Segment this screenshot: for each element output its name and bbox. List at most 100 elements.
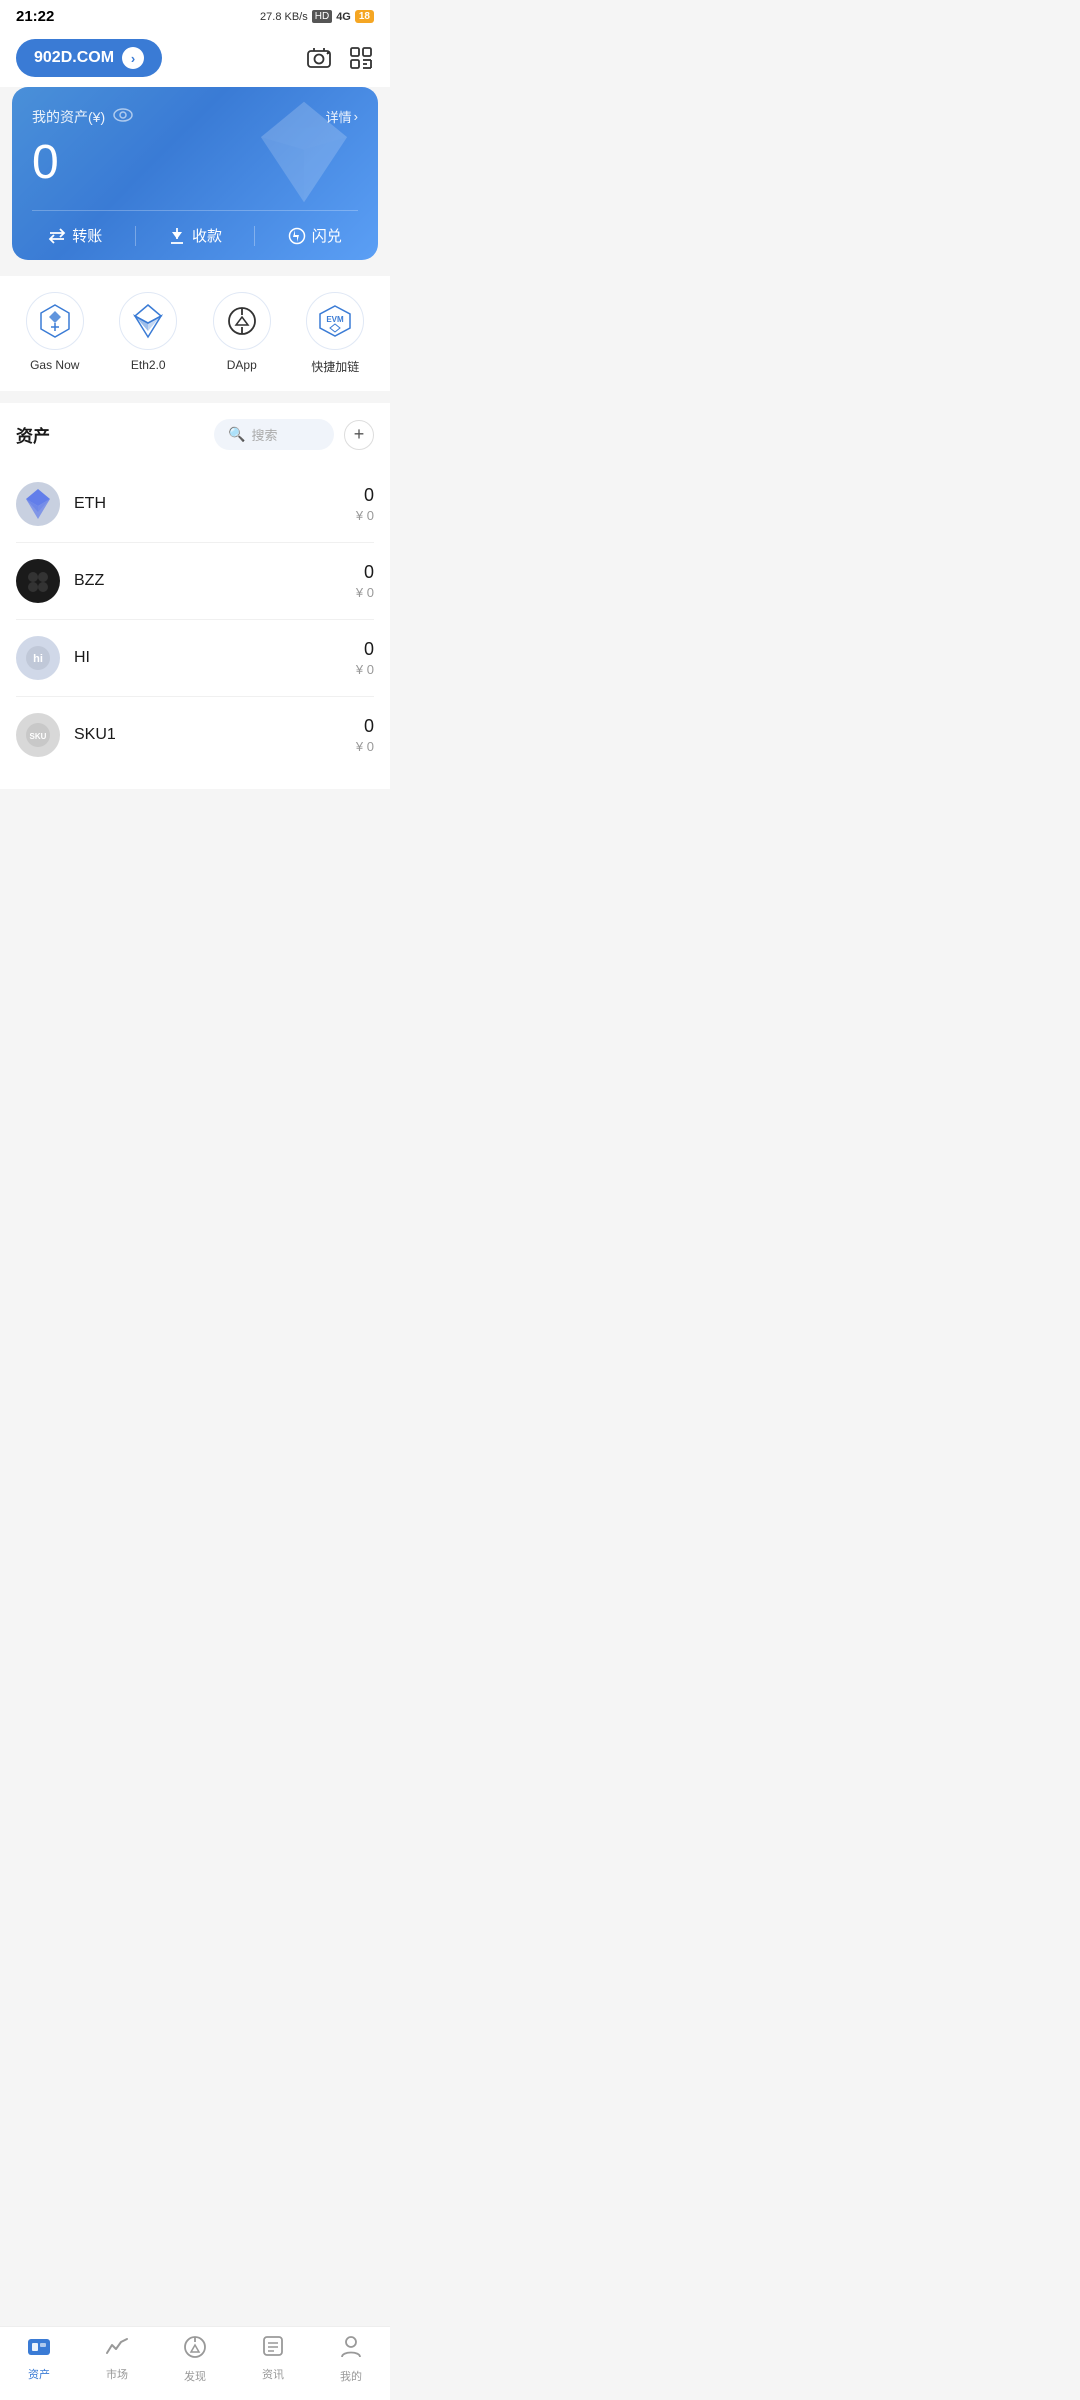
eth-name: ETH — [74, 495, 106, 513]
brand-button[interactable]: 902D.COM › — [16, 39, 162, 77]
news-nav-icon — [262, 2335, 284, 2363]
sku1-values: 0 ¥ 0 — [356, 716, 374, 754]
add-asset-button[interactable]: + — [344, 420, 374, 450]
bottom-nav: 资产 市场 发现 资讯 — [0, 2326, 390, 2400]
svg-text:hi: hi — [33, 653, 43, 665]
bzz-values: 0 ¥ 0 — [356, 562, 374, 600]
hi-cny: ¥ 0 — [356, 662, 374, 677]
header-actions — [306, 45, 374, 71]
nav-item-profile[interactable]: 我的 — [321, 2335, 381, 2384]
discover-nav-icon — [183, 2335, 207, 2365]
svg-text:EVM: EVM — [327, 315, 345, 324]
assets-search-row: 🔍 搜索 + — [214, 419, 374, 450]
assets-section: 资产 🔍 搜索 + ETH — [0, 403, 390, 789]
status-icons: 27.8 KB/s HD 4G 18 — [260, 10, 374, 23]
quick-item-gas-now[interactable]: Gas Now — [26, 292, 84, 375]
camera-add-button[interactable] — [306, 45, 332, 71]
transfer-button[interactable]: 转账 — [48, 225, 102, 246]
quick-chain-icon-wrap: EVM — [306, 292, 364, 350]
quick-chain-icon: EVM — [318, 304, 352, 338]
camera-add-icon — [306, 45, 332, 71]
quick-access: Gas Now Eth2.0 DApp — [0, 276, 390, 391]
battery-indicator: 18 — [355, 10, 374, 23]
profile-nav-label: 我的 — [340, 2368, 362, 2384]
assets-title: 资产 — [16, 422, 50, 447]
asset-item-left: BZZ — [16, 559, 104, 603]
brand-arrow-icon: › — [122, 47, 144, 69]
nav-item-discover[interactable]: 发现 — [165, 2335, 225, 2384]
assets-nav-icon — [27, 2335, 51, 2363]
eth-cny: ¥ 0 — [356, 508, 374, 523]
card-divider-1 — [135, 226, 136, 246]
svg-text:SKU: SKU — [30, 732, 47, 741]
app-header: 902D.COM › — [0, 29, 390, 87]
gas-now-icon — [39, 303, 71, 339]
quick-chain-label: 快捷加链 — [311, 358, 359, 375]
market-nav-icon — [105, 2335, 129, 2363]
asset-item-left: SKU SKU1 — [16, 713, 116, 757]
status-bar: 21:22 27.8 KB/s HD 4G 18 — [0, 0, 390, 29]
eth-values: 0 ¥ 0 — [356, 485, 374, 523]
nav-item-news[interactable]: 资讯 — [243, 2335, 303, 2384]
sku1-logo: SKU — [16, 713, 60, 757]
search-icon: 🔍 — [228, 426, 245, 443]
asset-label: 我的资产(¥) — [32, 107, 133, 127]
bzz-amount: 0 — [356, 562, 374, 583]
news-nav-label: 资讯 — [262, 2366, 284, 2382]
bzz-cny: ¥ 0 — [356, 585, 374, 600]
bzz-logo — [16, 559, 60, 603]
network-indicator: 4G — [336, 11, 351, 23]
quick-item-quick-chain[interactable]: EVM 快捷加链 — [306, 292, 364, 375]
receive-icon — [168, 227, 186, 245]
card-actions: 转账 收款 闪兑 — [32, 210, 358, 260]
eye-icon[interactable] — [113, 108, 133, 127]
discover-nav-label: 发现 — [184, 2368, 206, 2384]
hi-name: HI — [74, 649, 90, 667]
bottom-spacer — [0, 789, 390, 869]
hi-amount: 0 — [356, 639, 374, 660]
search-box[interactable]: 🔍 搜索 — [214, 419, 334, 450]
eth2-label: Eth2.0 — [131, 358, 166, 372]
assets-header: 资产 🔍 搜索 + — [16, 419, 374, 450]
eth-amount: 0 — [356, 485, 374, 506]
bzz-name: BZZ — [74, 572, 104, 590]
asset-item-bzz[interactable]: BZZ 0 ¥ 0 — [16, 543, 374, 620]
card-divider-2 — [254, 226, 255, 246]
asset-item-eth[interactable]: ETH 0 ¥ 0 — [16, 466, 374, 543]
sku1-name: SKU1 — [74, 726, 116, 744]
hd-badge: HD — [312, 10, 332, 23]
hi-logo: hi — [16, 636, 60, 680]
hi-values: 0 ¥ 0 — [356, 639, 374, 677]
assets-nav-label: 资产 — [28, 2366, 50, 2382]
dapp-label: DApp — [227, 358, 257, 372]
asset-item-left: hi HI — [16, 636, 90, 680]
scan-icon — [348, 45, 374, 71]
status-time: 21:22 — [16, 8, 54, 25]
quick-item-dapp[interactable]: DApp — [213, 292, 271, 375]
sku1-amount: 0 — [356, 716, 374, 737]
gas-now-label: Gas Now — [30, 358, 79, 372]
asset-list: ETH 0 ¥ 0 BZZ 0 — [16, 466, 374, 773]
asset-card: 我的资产(¥) 详情 › 0 转账 — [12, 87, 378, 260]
transfer-icon — [48, 227, 66, 245]
eth2-icon — [133, 303, 163, 339]
eth2-icon-wrap — [119, 292, 177, 350]
asset-item-sku1[interactable]: SKU SKU1 0 ¥ 0 — [16, 697, 374, 773]
gas-now-icon-wrap — [26, 292, 84, 350]
brand-label: 902D.COM — [34, 49, 114, 67]
dapp-icon — [226, 305, 258, 337]
nav-item-market[interactable]: 市场 — [87, 2335, 147, 2384]
flash-icon — [288, 227, 306, 245]
search-placeholder: 搜索 — [251, 425, 277, 444]
nav-item-assets[interactable]: 资产 — [9, 2335, 69, 2384]
detail-link[interactable]: 详情 › — [326, 107, 358, 126]
flash-exchange-button[interactable]: 闪兑 — [288, 225, 342, 246]
receive-button[interactable]: 收款 — [168, 225, 222, 246]
quick-item-eth2[interactable]: Eth2.0 — [119, 292, 177, 375]
asset-item-hi[interactable]: hi HI 0 ¥ 0 — [16, 620, 374, 697]
sku1-cny: ¥ 0 — [356, 739, 374, 754]
market-nav-label: 市场 — [106, 2366, 128, 2382]
profile-nav-icon — [340, 2335, 362, 2365]
asset-item-left: ETH — [16, 482, 106, 526]
scan-button[interactable] — [348, 45, 374, 71]
